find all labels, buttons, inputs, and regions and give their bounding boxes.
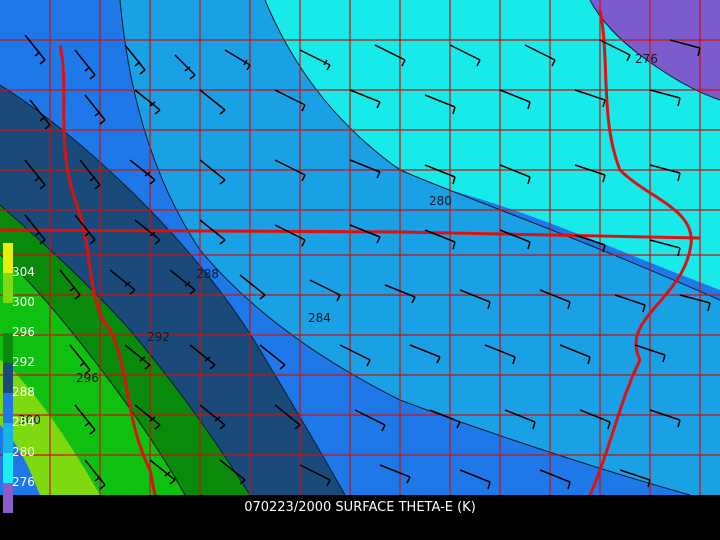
legend-label-292: 292 <box>12 355 35 369</box>
legend-label-300: 300 <box>12 295 35 309</box>
contour-label-284: 284 <box>308 311 331 325</box>
contour-label-276: 276 <box>635 52 658 66</box>
map-title: 070223/2000 SURFACE THETA-E (K) <box>244 500 476 515</box>
theta-e-map: 276 280 284 288 292 296 300 304 300 296 … <box>0 0 720 513</box>
contour-label-280: 280 <box>429 194 452 208</box>
contour-label-292: 292 <box>147 330 170 344</box>
legend-label-276: 276 <box>12 475 35 489</box>
contour-label-288: 288 <box>196 267 219 281</box>
legend-label-296: 296 <box>12 325 35 339</box>
legend-label-280: 280 <box>12 445 35 459</box>
contour-label-296: 296 <box>76 371 99 385</box>
legend-label-288: 288 <box>12 385 35 399</box>
theta-e-bands <box>0 0 720 495</box>
legend-label-304: 304 <box>12 265 35 279</box>
legend-label-284: 284 <box>12 415 35 429</box>
